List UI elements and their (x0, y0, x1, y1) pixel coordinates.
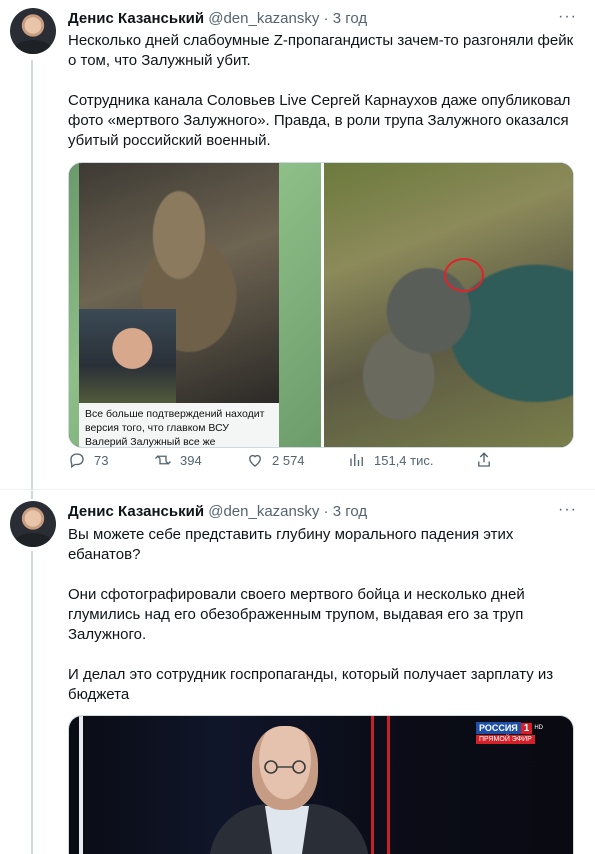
tv-channel-logo: РОССИЯ 1 HD ПРЯМОЙ ЭФИР (475, 722, 543, 744)
live-badge: ПРЯМОЙ ЭФИР (475, 735, 535, 744)
author-handle[interactable]: @den_kazansky (208, 503, 319, 520)
avatar[interactable] (10, 501, 56, 547)
views-count: 151,4 тис. (374, 452, 434, 468)
tweet-header: Денис Казанський @den_kazansky · 3 год (68, 502, 367, 522)
share-button[interactable] (475, 451, 493, 469)
author-name[interactable]: Денис Казанський (68, 503, 204, 520)
tweet-paragraph: Они сфотографировали своего мертвого бой… (68, 586, 525, 643)
heart-icon (249, 454, 261, 467)
tweet-text: Вы можете себе представить глубину морал… (68, 525, 578, 705)
retweet-icon (155, 455, 171, 465)
general-portrait (79, 309, 176, 403)
person-collar (265, 806, 309, 854)
separator: · (323, 503, 329, 520)
author-name[interactable]: Денис Казанський (68, 10, 204, 27)
glasses-icon (264, 760, 306, 774)
reply-icon (70, 453, 84, 469)
tweet-header: Денис Казанський @den_kazansky · 3 год (68, 9, 367, 29)
tweet-paragraph: И делал это сотрудник госпропаганды, кот… (68, 666, 554, 703)
avatar[interactable] (10, 8, 56, 54)
media-caption: Все больше подтверждений находит версия … (85, 408, 265, 448)
tweet-paragraph: Сотрудника канала Соловьев Live Сергей К… (68, 92, 571, 149)
tweet-2[interactable]: Денис Казанський @den_kazansky · 3 год ·… (0, 491, 595, 854)
views-button[interactable]: 151,4 тис. (348, 451, 433, 469)
timestamp[interactable]: 3 год (333, 10, 367, 27)
thread-line (31, 551, 33, 854)
tweet-paragraph: Вы можете себе представить глубину морал… (68, 526, 514, 563)
studio-light (371, 716, 374, 854)
studio-light (79, 716, 83, 854)
thread-line (31, 60, 33, 490)
retweet-button[interactable]: 394 (154, 451, 202, 469)
retweet-count: 394 (180, 452, 202, 468)
highlight-circle (444, 258, 484, 292)
channel-number: 1 (520, 722, 533, 734)
tweet-text: Несколько дней слабоумные Z-пропагандист… (68, 31, 578, 151)
reply-count: 73 (94, 452, 109, 468)
like-button[interactable]: 2 574 (246, 451, 305, 469)
media-grid[interactable]: Все больше подтверждений находит версия … (68, 162, 574, 448)
channel-name: РОССИЯ (475, 722, 521, 734)
separator: · (323, 10, 329, 27)
studio-light (387, 716, 390, 854)
share-icon (478, 452, 490, 467)
tweet-1[interactable]: Денис Казанський @den_kazansky · 3 год ·… (0, 0, 595, 490)
hd-badge: HD (534, 725, 543, 731)
reply-button[interactable]: 73 (68, 451, 108, 469)
tweet-paragraph: Несколько дней слабоумные Z-пропагандист… (68, 32, 574, 69)
more-options-icon[interactable]: ··· (558, 8, 577, 26)
author-handle[interactable]: @den_kazansky (208, 10, 319, 27)
views-icon (350, 454, 363, 466)
more-options-icon[interactable]: ··· (558, 501, 577, 519)
like-count: 2 574 (272, 452, 305, 468)
media-image-screenshot[interactable]: Все больше подтверждений находит версия … (69, 163, 321, 447)
media-image-original[interactable] (324, 163, 573, 447)
thread-line-top (31, 491, 33, 499)
timestamp[interactable]: 3 год (333, 503, 367, 520)
media-image-tv[interactable]: РОССИЯ 1 HD ПРЯМОЙ ЭФИР (68, 715, 574, 854)
